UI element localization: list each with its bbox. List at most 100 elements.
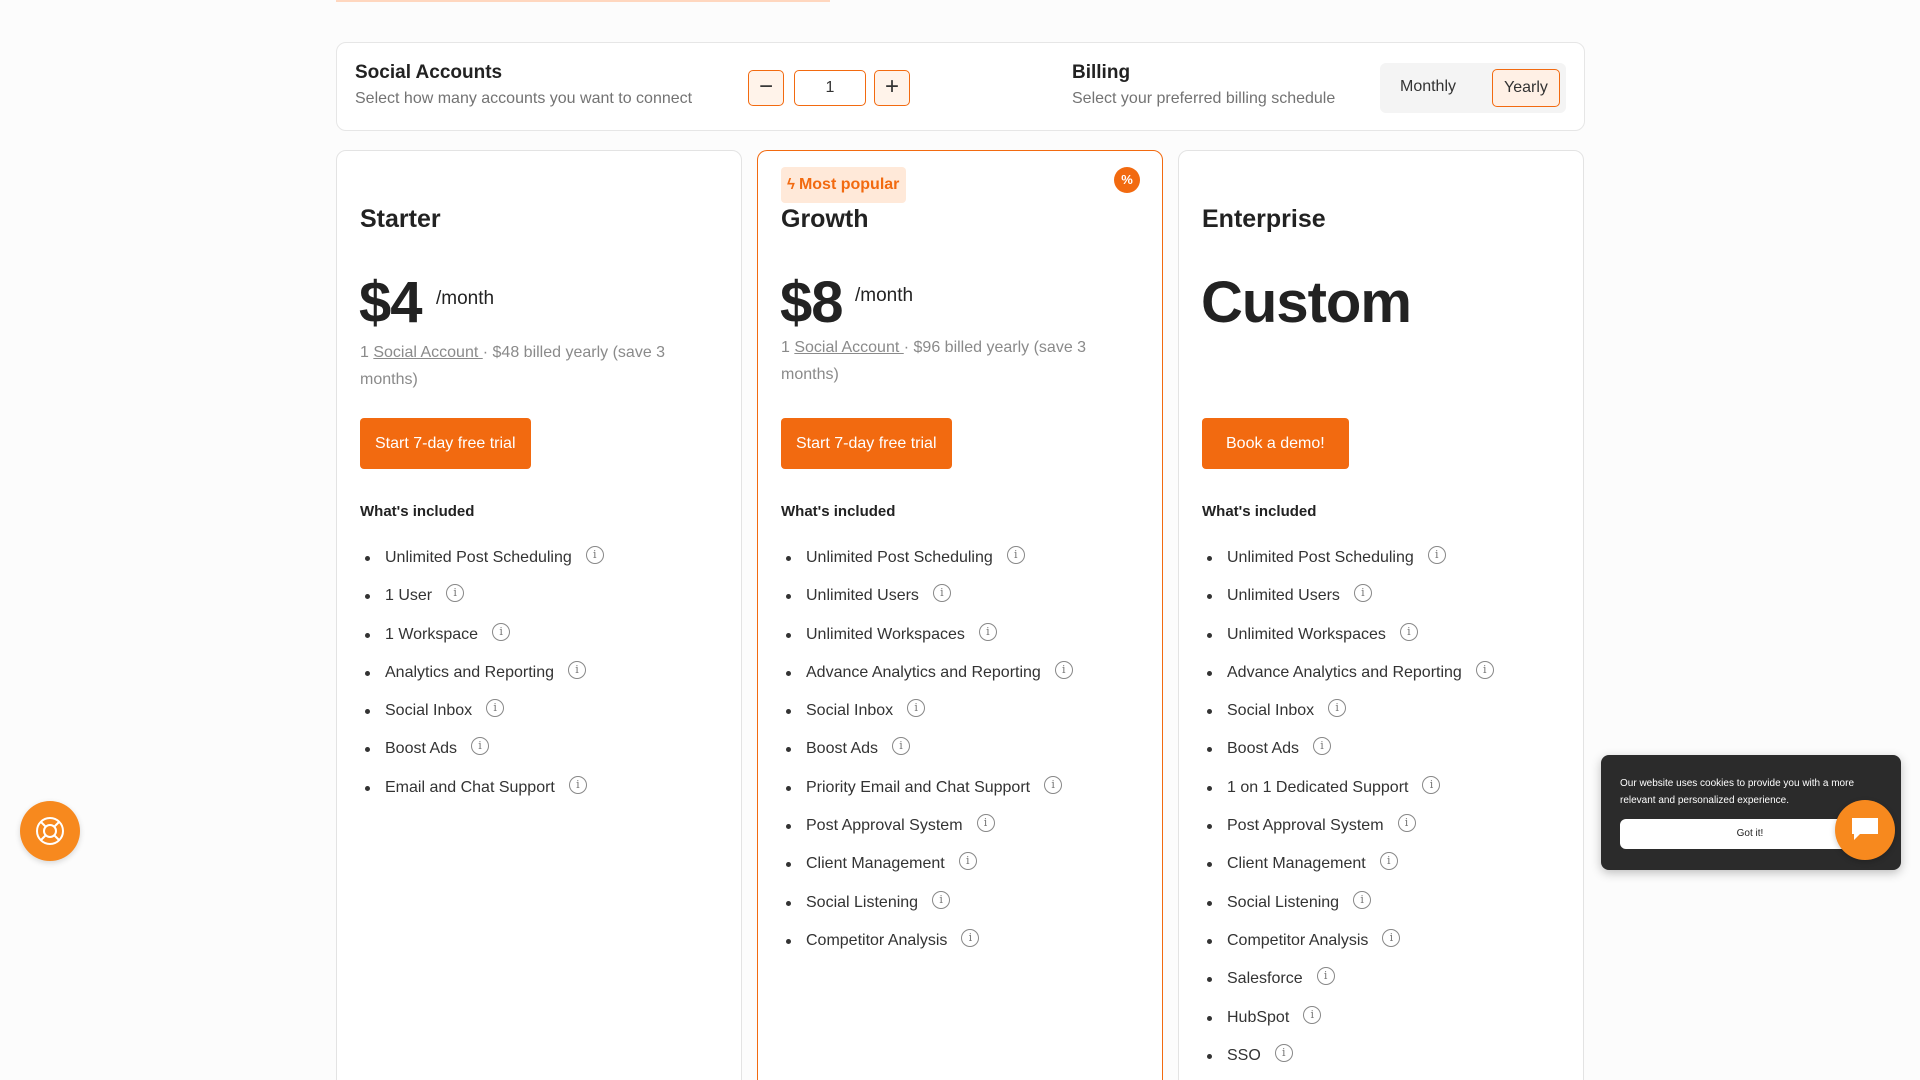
feature-item: Boost Ads i: [781, 730, 1073, 768]
price-note-count: 1: [360, 344, 374, 361]
feature-label: Priority Email and Chat Support: [806, 778, 1031, 796]
info-icon[interactable]: i: [486, 699, 505, 718]
info-icon[interactable]: i: [446, 584, 465, 603]
bullet: [786, 632, 791, 638]
info-icon[interactable]: i: [1353, 584, 1372, 603]
bullet: [1207, 594, 1212, 600]
price-unit: /month: [855, 285, 914, 306]
chat-button[interactable]: [1835, 800, 1895, 860]
feature-label: Competitor Analysis: [806, 931, 948, 949]
social-account-link[interactable]: Social Account: [373, 344, 482, 361]
bullet: [365, 594, 370, 600]
bullet: [1207, 709, 1212, 715]
feature-item: Advance Analytics and Reporting i: [781, 654, 1073, 692]
bullet: [786, 900, 791, 906]
plan-price: $8: [780, 270, 844, 335]
book-demo-button[interactable]: Book a demo!: [1202, 418, 1349, 469]
info-icon[interactable]: i: [976, 814, 995, 833]
social-account-link[interactable]: Social Account: [794, 339, 903, 356]
info-icon[interactable]: i: [1313, 737, 1332, 756]
feature-label: Unlimited Workspaces: [1227, 625, 1386, 643]
bullet: [786, 594, 791, 600]
feature-label: Social Inbox: [1227, 702, 1315, 720]
info-icon[interactable]: i: [1382, 928, 1401, 947]
feature-list: Unlimited Post Scheduling i 1 User i 1 Works…: [360, 539, 604, 807]
info-icon[interactable]: i: [1422, 775, 1441, 794]
info-icon[interactable]: i: [978, 622, 997, 641]
feature-label: Competitor Analysis: [1227, 931, 1369, 949]
feature-item: Competitor Analysis i: [1202, 922, 1494, 960]
feature-label: Client Management: [1227, 855, 1366, 873]
info-icon[interactable]: i: [567, 660, 586, 679]
feature-item: Boost Ads i: [1202, 730, 1494, 768]
feature-label: Unlimited Users: [1227, 587, 1340, 605]
feature-label: Unlimited Post Scheduling: [1227, 549, 1414, 566]
info-icon[interactable]: i: [1303, 1005, 1322, 1024]
bullet: [1207, 670, 1212, 676]
billing-monthly-option[interactable]: Monthly: [1386, 69, 1470, 107]
feature-label: 1 Workspace: [385, 625, 479, 643]
plan-card-growth: ϟ Most popular % Growth $8 /month 1 Socia…: [757, 150, 1163, 1080]
info-icon[interactable]: i: [585, 546, 604, 564]
info-icon[interactable]: i: [1054, 660, 1073, 679]
feature-item: Social Inbox i: [781, 692, 1073, 730]
billing-title: Billing: [1072, 62, 1131, 83]
info-icon[interactable]: i: [1379, 852, 1398, 871]
most-popular-badge: ϟ Most popular: [781, 167, 907, 203]
info-icon[interactable]: i: [1397, 814, 1416, 833]
feature-item: Boost Ads i: [360, 730, 604, 768]
billing-yearly-option[interactable]: Yearly: [1492, 69, 1560, 107]
info-icon[interactable]: i: [1316, 967, 1335, 986]
top-accent-bar: [336, 0, 830, 2]
info-icon[interactable]: i: [892, 737, 911, 756]
bullet: [786, 824, 791, 830]
feature-item: Unlimited Workspaces i: [1202, 616, 1494, 654]
bullet: [1207, 938, 1212, 944]
info-icon[interactable]: i: [492, 622, 511, 641]
info-icon[interactable]: i: [471, 737, 490, 756]
price-note: 1 Social Account · $96 billed yearly (sa…: [781, 334, 1111, 388]
help-button[interactable]: [20, 801, 80, 861]
info-icon[interactable]: i: [568, 775, 587, 794]
info-icon[interactable]: i: [1475, 660, 1494, 679]
decrement-accounts-button[interactable]: −: [748, 70, 784, 106]
billing-subtitle: Select your preferred billing schedule: [1072, 90, 1336, 107]
bullet: [1207, 1015, 1212, 1021]
lifebuoy-icon: [36, 817, 64, 845]
info-icon[interactable]: i: [958, 852, 977, 871]
price-note-count: 1: [781, 339, 795, 356]
feature-item: 1 Workspace i: [360, 616, 604, 654]
increment-accounts-button[interactable]: +: [874, 70, 910, 106]
start-trial-button[interactable]: Start 7-day free trial: [781, 418, 952, 469]
feature-label: Social Listening: [1227, 893, 1340, 911]
feature-item: 1 on 1 Dedicated Support i: [1202, 769, 1494, 807]
feature-item: Unlimited Post Scheduling i: [1202, 539, 1494, 577]
info-icon[interactable]: i: [932, 584, 951, 603]
accounts-count-input[interactable]: 1: [794, 70, 866, 106]
feature-item: SSO i: [1202, 1037, 1494, 1075]
info-icon[interactable]: i: [932, 890, 951, 909]
info-icon[interactable]: i: [1044, 775, 1063, 794]
info-icon[interactable]: i: [1006, 546, 1025, 564]
plan-name: Growth: [781, 205, 869, 233]
info-icon[interactable]: i: [1353, 890, 1372, 909]
plan-config-bar: Social Accounts Select how many accounts…: [336, 42, 1585, 131]
chat-bubble-icon: [1852, 818, 1878, 840]
info-icon[interactable]: i: [1427, 546, 1446, 564]
feature-item: Priority Email and Chat Support i: [781, 769, 1073, 807]
bullet: [1207, 1053, 1212, 1059]
cookie-message: Our website uses cookies to provide you …: [1620, 778, 1854, 806]
feature-item: Client Management i: [1202, 845, 1494, 883]
info-icon[interactable]: i: [907, 699, 926, 718]
info-icon[interactable]: i: [1328, 699, 1347, 718]
feature-item: Social Listening i: [1202, 884, 1494, 922]
billing-toggle: Monthly Yearly: [1380, 63, 1566, 113]
feature-label: Email and Chat Support: [385, 778, 555, 796]
plan-card-starter: Starter $4 /month 1 Social Account · $48…: [336, 150, 742, 1080]
info-icon[interactable]: i: [1274, 1043, 1293, 1062]
start-trial-button[interactable]: Start 7-day free trial: [360, 418, 531, 469]
info-icon[interactable]: i: [1399, 622, 1418, 641]
feature-label: Social Inbox: [385, 702, 473, 720]
info-icon[interactable]: i: [961, 928, 980, 947]
bullet: [1207, 556, 1212, 561]
